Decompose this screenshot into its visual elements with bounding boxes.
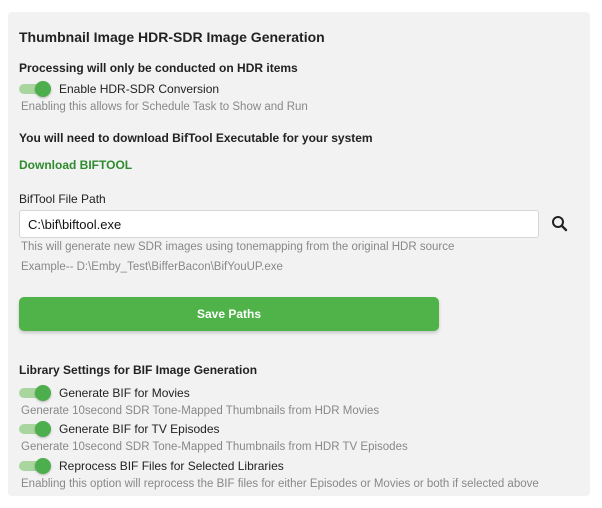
generate-bif-movies-toggle[interactable] [19, 385, 53, 401]
generate-bif-movies-label: Generate BIF for Movies [59, 386, 190, 400]
generate-bif-tv-toggle[interactable] [19, 421, 53, 437]
biftool-path-input[interactable] [19, 210, 539, 238]
download-biftool-link[interactable]: Download BIFTOOL [19, 158, 132, 172]
hdr-sdr-toggle-label: Enable HDR-SDR Conversion [59, 82, 220, 96]
browse-search-button[interactable] [549, 213, 571, 235]
processing-note: Processing will only be conducted on HDR… [19, 61, 298, 75]
toggle-knob [35, 458, 51, 474]
reprocess-bif-toggle[interactable] [19, 458, 53, 474]
library-settings-title: Library Settings for BIF Image Generatio… [19, 363, 258, 377]
toggle-knob [35, 81, 51, 97]
section-title: Thumbnail Image HDR-SDR Image Generation [19, 29, 325, 45]
generate-bif-tv-label: Generate BIF for TV Episodes [59, 422, 220, 436]
reprocess-bif-help: Enabling this option will reprocess the … [21, 478, 539, 490]
hdr-sdr-help: Enabling this allows for Schedule Task t… [21, 101, 308, 113]
biftool-help-1: This will generate new SDR images using … [21, 241, 455, 253]
biftool-help-2: Example-- D:\Emby_Test\BifferBacon\BifYo… [21, 261, 283, 273]
generate-bif-tv-help: Generate 10second SDR Tone-Mapped Thumbn… [21, 441, 408, 453]
save-paths-button[interactable]: Save Paths [19, 297, 439, 331]
hdr-sdr-toggle[interactable] [19, 81, 53, 97]
biftool-path-label: BifTool File Path [19, 192, 106, 206]
toggle-knob [35, 385, 51, 401]
reprocess-bif-label: Reprocess BIF Files for Selected Librari… [59, 459, 284, 473]
toggle-knob [35, 421, 51, 437]
generate-bif-movies-help: Generate 10second SDR Tone-Mapped Thumbn… [21, 405, 380, 417]
search-icon [552, 216, 568, 232]
download-note: You will need to download BifTool Execut… [19, 131, 373, 145]
